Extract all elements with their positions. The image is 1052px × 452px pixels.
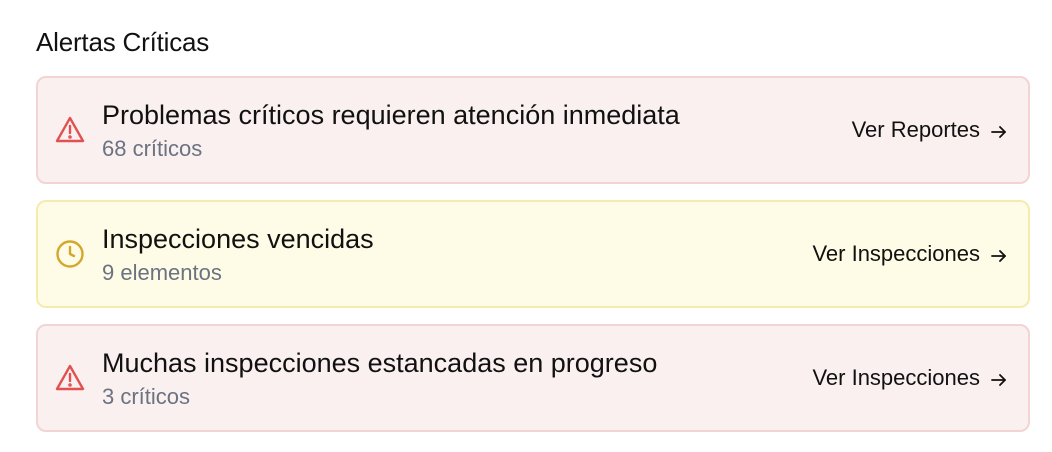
view-inspections-link[interactable]: Ver Inspecciones: [812, 241, 1008, 267]
clock-icon: [54, 238, 86, 270]
alert-body: Problemas críticos requieren atención in…: [102, 98, 680, 164]
arrow-right-icon: [990, 245, 1008, 263]
alert-body: Muchas inspecciones estancadas en progre…: [102, 346, 657, 412]
alert-title: Problemas críticos requieren atención in…: [102, 100, 680, 130]
alert-overdue-inspections: Inspecciones vencidas 9 elementos Ver In…: [36, 200, 1030, 308]
alert-stalled-inspections: Muchas inspecciones estancadas en progre…: [36, 324, 1030, 432]
action-label: Ver Inspecciones: [812, 365, 980, 390]
alert-count: 68 críticos: [102, 136, 203, 161]
warning-triangle-icon: [54, 114, 86, 146]
view-reports-link[interactable]: Ver Reportes: [852, 117, 1008, 143]
alert-count: 9 elementos: [102, 260, 222, 285]
alert-title: Muchas inspecciones estancadas en progre…: [102, 348, 658, 378]
arrow-right-icon: [990, 369, 1008, 387]
warning-triangle-icon: [54, 362, 86, 394]
action-label: Ver Reportes: [851, 117, 980, 142]
action-label: Ver Inspecciones: [812, 241, 980, 266]
arrow-right-icon: [990, 121, 1008, 139]
alert-count: 3 críticos: [102, 384, 191, 409]
critical-alerts-panel: Alertas Críticas Problemas críticos requ…: [36, 24, 1030, 448]
alert-title: Inspecciones vencidas: [102, 224, 374, 254]
view-inspections-link[interactable]: Ver Inspecciones: [812, 365, 1008, 391]
section-title: Alertas Críticas: [36, 27, 210, 57]
alert-list: Problemas críticos requieren atención in…: [36, 76, 1030, 432]
alert-body: Inspecciones vencidas 9 elementos: [102, 222, 374, 288]
alert-critical-problems: Problemas críticos requieren atención in…: [36, 76, 1030, 184]
